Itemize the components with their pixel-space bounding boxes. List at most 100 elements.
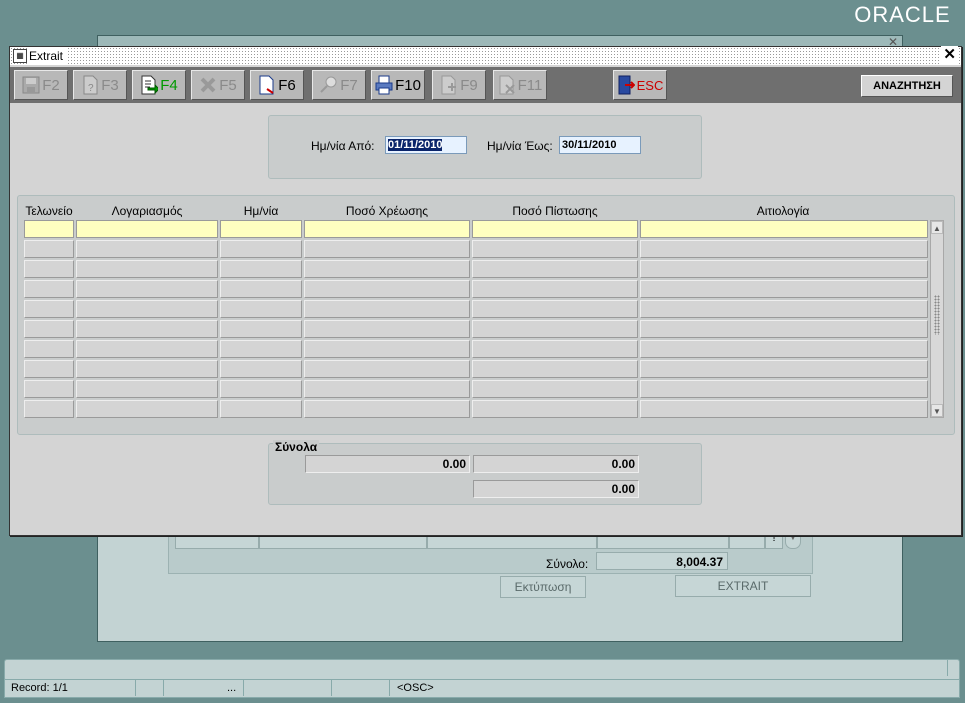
date-to-label: Ημ/νία Έως: (487, 139, 553, 153)
cell-debit[interactable] (304, 320, 470, 338)
cell-date[interactable] (220, 360, 302, 378)
clear-button[interactable]: F6 (250, 70, 304, 100)
record-indicator: Record: 1/1 (11, 682, 68, 694)
cell-customs[interactable] (24, 360, 74, 378)
cell-account[interactable] (76, 280, 218, 298)
cell-credit[interactable] (472, 320, 638, 338)
date-to-field[interactable]: 30/11/2010 (559, 136, 641, 154)
cell-credit[interactable] (472, 240, 638, 258)
cell-date[interactable] (220, 260, 302, 278)
cell-reason[interactable] (640, 320, 928, 338)
delete-record-button[interactable]: F11 (493, 70, 547, 100)
zoom-button[interactable]: F7 (312, 70, 366, 100)
save-button[interactable]: F2 (14, 70, 68, 100)
cell-account[interactable] (76, 340, 218, 358)
cell-customs[interactable] (24, 280, 74, 298)
cell-reason[interactable] (640, 260, 928, 278)
query-button[interactable]: ? F3 (73, 70, 127, 100)
oracle-logo: ORACLE (840, 0, 965, 30)
cell-customs[interactable] (24, 260, 74, 278)
cell-credit[interactable] (472, 360, 638, 378)
cell-debit[interactable] (304, 380, 470, 398)
cell-customs[interactable] (24, 380, 74, 398)
print-toolbar-button[interactable]: F10 (371, 70, 425, 100)
cell-debit[interactable] (304, 360, 470, 378)
cell-debit[interactable] (304, 260, 470, 278)
cell-date[interactable] (220, 340, 302, 358)
cell-debit[interactable] (304, 240, 470, 258)
zoom-icon (320, 75, 338, 95)
cell-date[interactable] (220, 240, 302, 258)
cell-date[interactable] (220, 320, 302, 338)
cell-reason[interactable] (640, 300, 928, 318)
cell-credit[interactable] (472, 260, 638, 278)
cell-debit[interactable] (304, 280, 470, 298)
execute-query-icon (140, 75, 160, 95)
cell-credit[interactable] (472, 300, 638, 318)
cell-customs[interactable] (24, 300, 74, 318)
message-bar (4, 659, 960, 681)
print-button[interactable]: Εκτύπωση (500, 576, 586, 598)
cell-date[interactable] (220, 400, 302, 418)
dialog-titlebar[interactable]: ▦ Extrait ✕ (10, 46, 961, 65)
extrait-button[interactable]: EXTRAIT (675, 575, 811, 597)
delete-record-icon (498, 75, 516, 95)
cell-debit[interactable] (304, 400, 470, 418)
cell-account[interactable] (76, 300, 218, 318)
execute-query-button[interactable]: F4 (132, 70, 186, 100)
cell-account[interactable] (76, 240, 218, 258)
cell-credit[interactable] (472, 220, 638, 238)
delete-icon (199, 75, 217, 95)
cell-reason[interactable] (640, 380, 928, 398)
exit-button[interactable]: ESC (613, 70, 667, 100)
cell-reason[interactable] (640, 360, 928, 378)
date-from-field[interactable]: 01/11/2010 (385, 136, 467, 154)
cell-date[interactable] (220, 380, 302, 398)
cell-credit[interactable] (472, 280, 638, 298)
cell-customs[interactable] (24, 340, 74, 358)
cell-debit[interactable] (304, 300, 470, 318)
extrait-dialog: ▦ Extrait ✕ F2 ? F3 F4 F5 F6 F7 F10 F9 F… (9, 46, 962, 536)
column-header-account: Λογαριασμός (111, 204, 183, 218)
cell-customs[interactable] (24, 320, 74, 338)
cell-account[interactable] (76, 320, 218, 338)
cell-reason[interactable] (640, 280, 928, 298)
delete-button[interactable]: F5 (191, 70, 245, 100)
cell-credit[interactable] (472, 340, 638, 358)
grid-scrollbar[interactable]: ▲ ▼ (930, 220, 944, 418)
cell-date[interactable] (220, 220, 302, 238)
scroll-grip[interactable] (934, 295, 940, 335)
cell-reason[interactable] (640, 400, 928, 418)
cell-account[interactable] (76, 220, 218, 238)
cell-debit[interactable] (304, 340, 470, 358)
status-bar: Record: 1/1 ... <OSC> (4, 679, 960, 698)
cell-reason[interactable] (640, 340, 928, 358)
cell-account[interactable] (76, 260, 218, 278)
scroll-up-icon[interactable]: ▲ (931, 221, 943, 234)
query-key-label: F3 (101, 76, 119, 94)
delete-record-key-label: F11 (517, 76, 543, 94)
background-total-label: Σύνολο: (546, 557, 589, 571)
scroll-down-arrow-icon[interactable]: ▼ (931, 404, 943, 417)
cell-date[interactable] (220, 280, 302, 298)
cell-account[interactable] (76, 360, 218, 378)
insert-record-button[interactable]: F9 (432, 70, 486, 100)
cell-debit[interactable] (304, 220, 470, 238)
save-icon (22, 75, 40, 95)
cell-date[interactable] (220, 300, 302, 318)
status-divider (331, 680, 332, 696)
column-header-date: Ημ/νία (243, 204, 279, 218)
cell-reason[interactable] (640, 240, 928, 258)
cell-account[interactable] (76, 380, 218, 398)
cell-customs[interactable] (24, 400, 74, 418)
cell-customs[interactable] (24, 240, 74, 258)
clear-icon (258, 75, 276, 95)
search-button[interactable]: ΑΝΑΖΗΤΗΣΗ (861, 75, 953, 97)
cell-customs[interactable] (24, 220, 74, 238)
credit-total-field: 0.00 (473, 455, 639, 473)
close-icon[interactable]: ✕ (941, 46, 958, 64)
cell-account[interactable] (76, 400, 218, 418)
cell-reason[interactable] (640, 220, 928, 238)
cell-credit[interactable] (472, 380, 638, 398)
cell-credit[interactable] (472, 400, 638, 418)
